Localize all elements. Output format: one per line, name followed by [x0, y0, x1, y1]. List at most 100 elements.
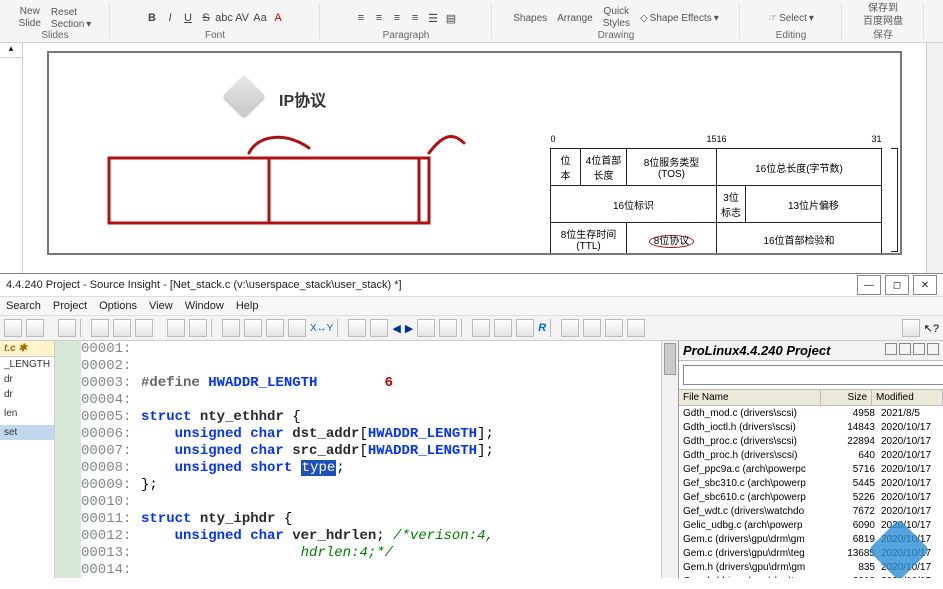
code-line[interactable] — [141, 358, 661, 375]
table-row[interactable]: Gef_wdt.c (drivers\watchdo76722020/10/17 — [679, 504, 943, 518]
tb-cut-icon[interactable] — [91, 319, 109, 337]
align-left-icon[interactable]: ≡ — [354, 11, 368, 25]
code-line[interactable]: }; — [141, 477, 661, 494]
maximize-button[interactable]: ◻ — [885, 275, 909, 295]
table-row[interactable]: Gdth_proc.c (drivers\scsi)228942020/10/1… — [679, 434, 943, 448]
col-size[interactable]: Size — [821, 390, 872, 405]
tb-split3-icon[interactable] — [605, 319, 623, 337]
tb-split4-icon[interactable] — [627, 319, 645, 337]
project-filter[interactable] — [683, 365, 939, 385]
menu-window[interactable]: Window — [185, 300, 224, 312]
arrange-button[interactable]: Arrange — [554, 13, 596, 24]
menu-search[interactable]: Search — [6, 300, 41, 312]
reset-button[interactable]: Reset — [48, 7, 94, 18]
tb-copy-icon[interactable] — [113, 319, 131, 337]
table-row[interactable]: Gef_ppc9a.c (arch\powerpc57162020/10/17 — [679, 462, 943, 476]
shapes-button[interactable]: Shapes — [510, 13, 550, 24]
align-center-icon[interactable]: ≡ — [372, 11, 386, 25]
strike-button[interactable]: S — [199, 11, 213, 25]
tb-book1-icon[interactable] — [472, 319, 490, 337]
project-title-icons[interactable] — [883, 343, 939, 358]
tb-save-icon[interactable] — [4, 319, 22, 337]
symbol-item[interactable]: _LENGTH — [0, 357, 54, 372]
tb-undo-icon[interactable] — [167, 319, 185, 337]
tb-print-icon[interactable] — [58, 319, 76, 337]
symbol-pane[interactable]: t.c ✱ _LENGTHdrdrlenset — [0, 341, 55, 578]
code-line[interactable]: #define HWADDR_LENGTH 6 — [141, 375, 661, 392]
tb-split1-icon[interactable] — [561, 319, 579, 337]
tb-search1-icon[interactable] — [222, 319, 240, 337]
table-row[interactable]: Gdth_proc.h (drivers\scsi)6402020/10/17 — [679, 448, 943, 462]
project-filter-input[interactable] — [683, 365, 943, 385]
ruler-up-icon[interactable]: ▴ — [0, 43, 22, 58]
new-slide-button[interactable]: New Slide — [16, 7, 44, 29]
bullets-icon[interactable]: ☰ — [426, 11, 440, 25]
code-line[interactable]: hdrlen:4;*/ — [141, 545, 661, 562]
align-justify-icon[interactable]: ≡ — [408, 11, 422, 25]
code-line[interactable]: unsigned char ver_hdrlen; /*verison:4, — [141, 528, 661, 545]
menu-help[interactable]: Help — [236, 300, 259, 312]
code-line[interactable] — [141, 341, 661, 358]
tb-fwd-icon[interactable]: ▶ — [405, 322, 413, 335]
tb-help-icon[interactable] — [902, 319, 920, 337]
code-line[interactable]: unsigned char dst_addr[HWADDR_LENGTH]; — [141, 426, 661, 443]
font-color-button[interactable]: A — [271, 11, 285, 25]
close-button[interactable]: ✕ — [913, 275, 937, 295]
canvas-scrollbar[interactable] — [926, 43, 943, 273]
code-line[interactable]: struct nty_ethhdr { — [141, 409, 661, 426]
shadow-button[interactable]: abc — [217, 11, 231, 25]
symbol-item[interactable]: len — [0, 406, 54, 421]
tb-panel2-icon[interactable] — [370, 319, 388, 337]
table-row[interactable]: Gef_sbc310.c (arch\powerp54452020/10/17 — [679, 476, 943, 490]
italic-button[interactable]: I — [163, 11, 177, 25]
menu-project[interactable]: Project — [53, 300, 87, 312]
tb-search4-icon[interactable] — [288, 319, 306, 337]
project-list-header[interactable]: File Name Size Modified — [679, 389, 943, 406]
select-button[interactable]: ☞ Select ▾ — [765, 13, 817, 24]
project-file-list[interactable]: Gdth_mod.c (drivers\scsi)49582021/8/5Gdt… — [679, 406, 943, 578]
tb-bookmark1-icon[interactable] — [417, 319, 435, 337]
columns-icon[interactable]: ▤ — [444, 11, 458, 25]
col-modified[interactable]: Modified — [872, 390, 943, 405]
code-line[interactable] — [141, 562, 661, 579]
tb-split2-icon[interactable] — [583, 319, 601, 337]
editor-scrollbar[interactable] — [661, 341, 678, 578]
code-line[interactable] — [141, 494, 661, 511]
underline-button[interactable]: U — [181, 11, 195, 25]
tb-search2-icon[interactable] — [244, 319, 262, 337]
code-line[interactable]: struct nty_iphdr { — [141, 511, 661, 528]
col-filename[interactable]: File Name — [679, 390, 821, 405]
case-button[interactable]: Aa — [253, 11, 267, 25]
tb-paste-icon[interactable] — [135, 319, 153, 337]
table-row[interactable]: Gdth_mod.c (drivers\scsi)49582021/8/5 — [679, 406, 943, 420]
minimize-button[interactable]: — — [857, 275, 881, 295]
tb-relation-icon[interactable]: R — [538, 322, 546, 334]
symbol-item[interactable]: dr — [0, 372, 54, 387]
tb-book2-icon[interactable] — [494, 319, 512, 337]
symbol-item[interactable]: set — [0, 425, 54, 440]
symbol-item[interactable]: dr — [0, 387, 54, 402]
section-button[interactable]: Section ▾ — [48, 19, 94, 30]
code-line[interactable]: unsigned char src_addr[HWADDR_LENGTH]; — [141, 443, 661, 460]
tb-panel1-icon[interactable] — [348, 319, 366, 337]
tb-bookmark2-icon[interactable] — [439, 319, 457, 337]
bold-button[interactable]: B — [145, 11, 159, 25]
slide[interactable]: IP协议 0151631 位 本 4位首部 长度 8位服务类型 (TOS) 16… — [47, 51, 902, 255]
code-editor[interactable]: #define HWADDR_LENGTH 6 struct nty_ethhd… — [137, 341, 661, 578]
align-right-icon[interactable]: ≡ — [390, 11, 404, 25]
tb-search3-icon[interactable] — [266, 319, 284, 337]
tb-saveall-icon[interactable] — [26, 319, 44, 337]
quick-styles-button[interactable]: Quick Styles — [600, 7, 633, 29]
table-row[interactable]: Gdth_ioctl.h (drivers\scsi)148432020/10/… — [679, 420, 943, 434]
tb-book3-icon[interactable] — [516, 319, 534, 337]
tb-redo-icon[interactable] — [189, 319, 207, 337]
code-line[interactable]: unsigned short type; — [141, 460, 661, 477]
code-line[interactable] — [141, 392, 661, 409]
spacing-button[interactable]: AV — [235, 11, 249, 25]
symbol-tab[interactable]: t.c ✱ — [0, 341, 54, 357]
tb-back-icon[interactable]: ◀ — [392, 322, 400, 335]
table-row[interactable]: Gef_sbc610.c (arch\powerp52262020/10/17 — [679, 490, 943, 504]
menu-view[interactable]: View — [149, 300, 173, 312]
baidu-save-button[interactable]: 保存到 百度网盘 — [860, 3, 906, 27]
shape-effects-button[interactable]: ◇ Shape Effects ▾ — [637, 13, 722, 24]
